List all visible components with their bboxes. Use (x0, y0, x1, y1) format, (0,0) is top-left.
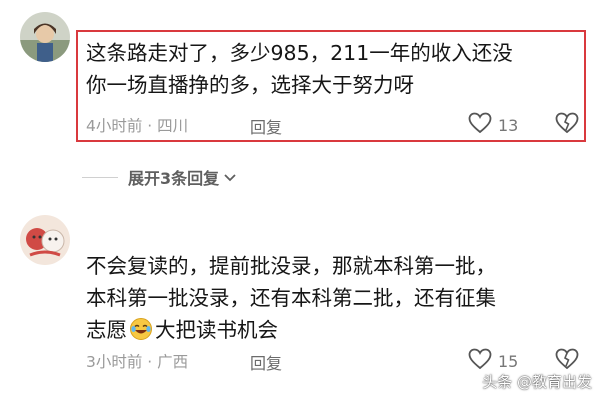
like-count: 15 (498, 351, 519, 371)
comment-line: 这条路走对了，多少985，211一年的收入还没 (86, 41, 513, 65)
comment-fragment: 大把读书机会 (155, 318, 278, 342)
comment-meta: 3小时前 · 广西 (86, 353, 189, 371)
like-button[interactable]: 13 (468, 112, 518, 138)
comment-text: 不会复读的，提前批没录，那就本科第一批， 本科第一批没录，还有本科第二批，还有征… (86, 250, 496, 350)
expand-replies-label: 展开3条回复 (128, 169, 220, 188)
comment-line: 本科第一批没录，还有本科第二批，还有征集 (86, 286, 496, 310)
reply-button[interactable]: 回复 (250, 350, 282, 374)
comment-line-last: 志愿 大把读书机会 (86, 314, 496, 350)
watermark: 头条 @教育出发 (482, 373, 592, 391)
chevron-down-icon (223, 168, 237, 187)
divider (82, 176, 118, 178)
comment-meta: 4小时前 · 四川 (86, 117, 189, 135)
avatar[interactable] (20, 215, 70, 265)
heart-outline-icon (468, 112, 492, 138)
like-count: 13 (498, 115, 519, 135)
broken-heart-icon[interactable] (555, 112, 579, 138)
laughing-tears-emoji (129, 317, 153, 350)
comment-line: 不会复读的，提前批没录，那就本科第一批， (86, 254, 496, 278)
reply-button[interactable]: 回复 (250, 114, 282, 138)
comment-fragment: 志愿 (86, 318, 127, 342)
expand-replies-button[interactable]: 展开3条回复 (82, 165, 237, 189)
comment-text: 这条路走对了，多少985，211一年的收入还没 你一场直播挣的多，选择大于努力呀 (86, 37, 513, 101)
comment-line: 你一场直播挣的多，选择大于努力呀 (86, 73, 414, 97)
avatar[interactable] (20, 12, 70, 62)
